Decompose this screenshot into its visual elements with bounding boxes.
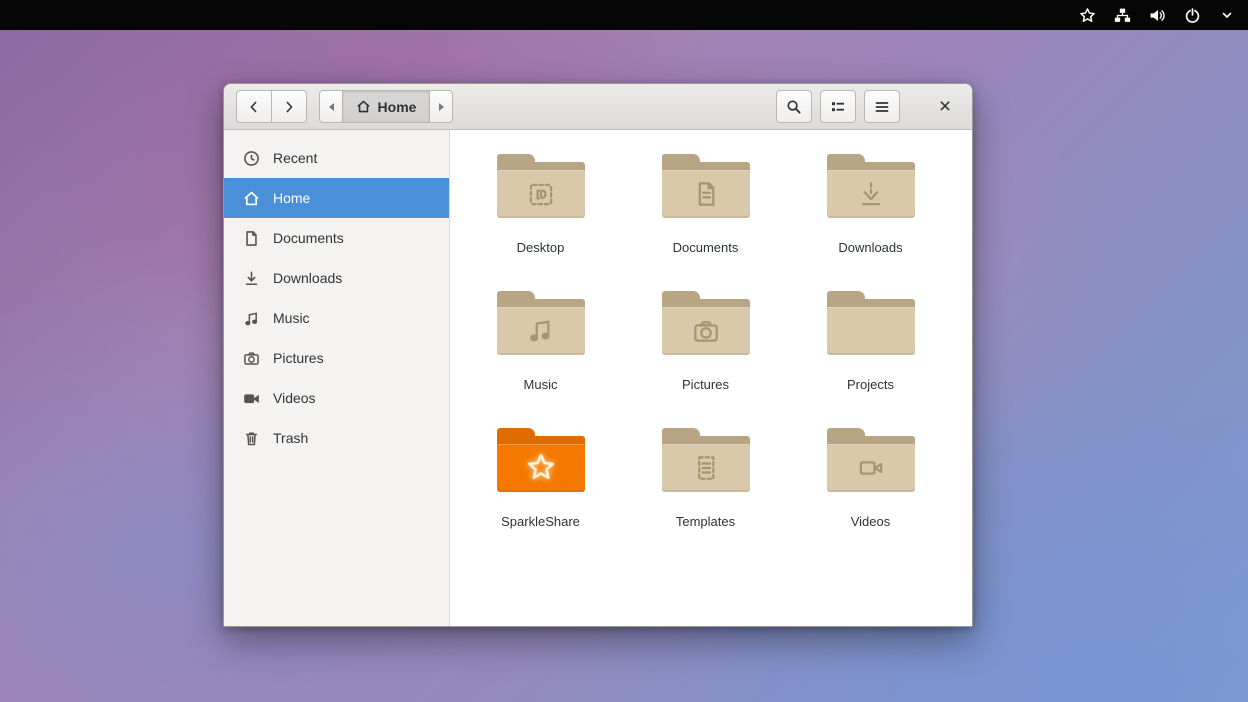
search-button[interactable] [776,90,812,123]
menu-button[interactable] [864,90,900,123]
desktop-emblem-icon [523,176,559,212]
video-emblem-icon [853,450,889,486]
sidebar-item-videos[interactable]: Videos [224,378,449,418]
headerbar-controls: × [776,90,956,123]
triangle-right-icon [439,103,444,111]
music-note-icon [243,310,260,327]
file-item-desktop[interactable]: Desktop [458,154,623,291]
file-pane: Desktop Documents Downloads [450,130,972,626]
path-home-button[interactable]: Home [342,90,430,123]
camera-emblem-icon [688,313,724,349]
file-item-projects[interactable]: Projects [788,291,953,428]
star-emblem-icon [521,448,561,488]
sidebar-item-label: Trash [273,430,308,446]
sidebar-item-downloads[interactable]: Downloads [224,258,449,298]
favorites-star-icon[interactable] [1078,6,1096,24]
file-item-downloads[interactable]: Downloads [788,154,953,291]
file-item-videos[interactable]: Videos [788,428,953,565]
document-icon [243,230,260,247]
sidebar-item-label: Home [273,190,310,206]
folder-icon [497,291,585,355]
path-scroll-left-button[interactable] [319,90,343,123]
recent-icon [243,150,260,167]
chevron-down-icon[interactable] [1218,6,1236,24]
sidebar-item-label: Recent [273,150,317,166]
view-list-icon [830,99,846,115]
headerbar: Home × [224,84,972,130]
home-icon [356,99,371,114]
sidebar: Recent Home Documents Downloads Music [224,130,450,626]
file-label: SparkleShare [501,514,580,529]
download-icon [243,270,260,287]
window-body: Recent Home Documents Downloads Music [224,130,972,626]
download-emblem-icon [853,176,889,212]
folder-icon [497,154,585,218]
sidebar-item-music[interactable]: Music [224,298,449,338]
folder-icon [827,428,915,492]
file-grid: Desktop Documents Downloads [458,154,972,565]
history-nav [236,90,307,123]
path-current-label: Home [378,99,417,115]
sidebar-item-label: Pictures [273,350,324,366]
file-label: Videos [851,514,891,529]
folder-icon [662,291,750,355]
template-emblem-icon [688,450,724,486]
path-bar: Home [319,90,453,123]
desktop-wallpaper: Home × [0,0,1248,702]
path-scroll-right-button[interactable] [429,90,453,123]
file-label: Documents [673,240,739,255]
sidebar-item-label: Videos [273,390,316,406]
folder-icon-sparkleshare [497,428,585,492]
search-icon [786,99,802,115]
sidebar-item-documents[interactable]: Documents [224,218,449,258]
file-item-music[interactable]: Music [458,291,623,428]
sidebar-item-trash[interactable]: Trash [224,418,449,458]
home-icon [243,190,260,207]
view-list-button[interactable] [820,90,856,123]
hamburger-menu-icon [874,99,890,115]
file-item-sparkleshare[interactable]: SparkleShare [458,428,623,565]
camera-icon [243,350,260,367]
system-topbar [0,0,1248,30]
file-item-pictures[interactable]: Pictures [623,291,788,428]
sidebar-item-pictures[interactable]: Pictures [224,338,449,378]
file-label: Pictures [682,377,729,392]
sidebar-item-recent[interactable]: Recent [224,138,449,178]
folder-icon [662,154,750,218]
video-camera-icon [243,390,260,407]
file-label: Downloads [838,240,902,255]
back-button[interactable] [236,90,272,123]
document-emblem-icon [688,176,724,212]
sidebar-item-label: Documents [273,230,344,246]
file-item-documents[interactable]: Documents [623,154,788,291]
file-item-templates[interactable]: Templates [623,428,788,565]
volume-icon[interactable] [1148,6,1166,24]
files-window: Home × [223,83,973,627]
folder-icon [827,291,915,355]
file-label: Projects [847,377,894,392]
trash-icon [243,430,260,447]
sidebar-item-home[interactable]: Home [224,178,449,218]
file-label: Templates [676,514,735,529]
power-icon[interactable] [1183,6,1201,24]
file-label: Desktop [517,240,565,255]
sidebar-item-label: Downloads [273,270,342,286]
sidebar-item-label: Music [273,310,310,326]
forward-button[interactable] [271,90,307,123]
file-label: Music [524,377,558,392]
folder-icon [662,428,750,492]
network-tree-icon[interactable] [1113,6,1131,24]
triangle-left-icon [329,103,334,111]
close-button[interactable]: × [934,96,956,117]
music-emblem-icon [523,313,559,349]
folder-icon [827,154,915,218]
